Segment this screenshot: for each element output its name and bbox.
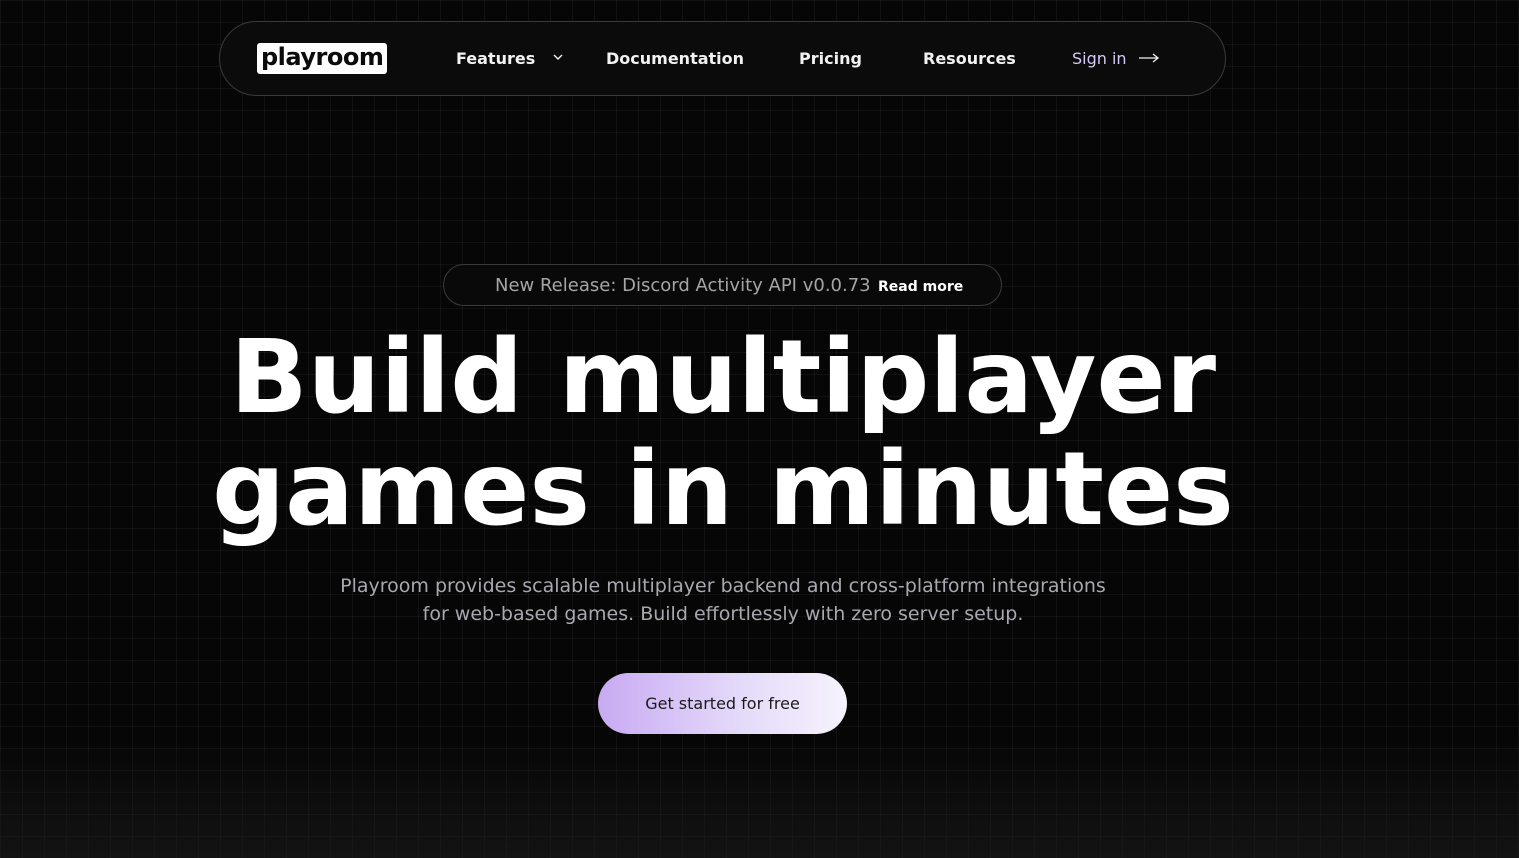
nav-resources[interactable]: Resources [923, 48, 1016, 70]
sign-in-link[interactable]: Sign in [1072, 48, 1160, 70]
arrow-right-icon [1138, 53, 1159, 63]
release-text: New Release: Discord Activity API v0.0.7… [495, 275, 871, 296]
nav-features[interactable]: Features [456, 48, 563, 70]
nav-pricing[interactable]: Pricing [799, 48, 862, 70]
nav-documentation[interactable]: Documentation [606, 48, 744, 70]
playroom-logo[interactable]: playroom [257, 43, 388, 74]
hero-headline: Build multiplayer games in minutes [0, 322, 1446, 546]
get-started-button[interactable]: Get started for free [598, 673, 847, 734]
chevron-down-icon [553, 54, 563, 60]
subtitle-line-2: for web-based games. Build effortlessly … [422, 603, 1024, 625]
landing-page: playroom Features Documentation Pricing … [0, 0, 1519, 858]
headline-line-1: Build multiplayer [229, 318, 1217, 437]
headline-line-2: games in minutes [212, 430, 1234, 549]
sign-in-label: Sign in [1072, 49, 1127, 68]
release-banner[interactable]: New Release: Discord Activity API v0.0.7… [443, 264, 1002, 306]
read-more-link[interactable]: Read more [878, 278, 963, 296]
nav-features-label: Features [456, 49, 536, 68]
top-navbar: playroom Features Documentation Pricing … [219, 21, 1226, 96]
hero-subtitle: Playroom provides scalable multiplayer b… [0, 572, 1446, 628]
subtitle-line-1: Playroom provides scalable multiplayer b… [340, 575, 1106, 597]
